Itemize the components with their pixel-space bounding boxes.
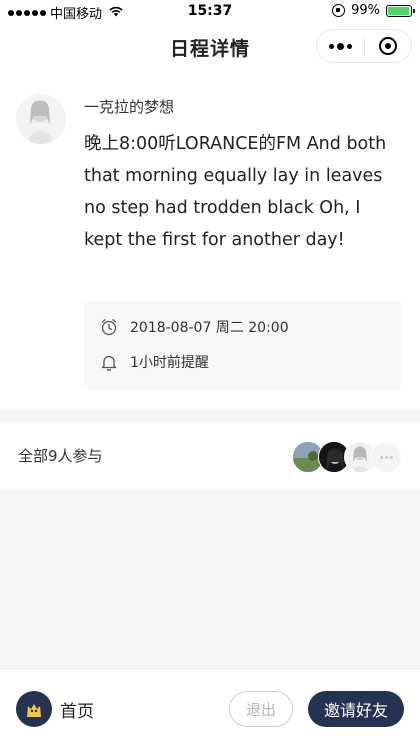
schedule-info-box: 2018-08-07 周二 20:00 1小时前提醒 xyxy=(84,301,402,389)
reminder-row: 1小时前提醒 xyxy=(100,352,209,372)
bell-icon xyxy=(100,353,118,371)
datetime-row: 2018-08-07 周二 20:00 xyxy=(100,317,289,337)
more-icon[interactable] xyxy=(317,42,364,50)
invite-friends-button[interactable]: 邀请好友 xyxy=(308,691,404,727)
exit-button[interactable]: 退出 xyxy=(229,691,293,727)
more-participants-icon xyxy=(370,441,402,473)
reminder-text: 1小时前提醒 xyxy=(130,355,209,371)
section-divider xyxy=(0,410,420,422)
status-right: 99% xyxy=(332,3,415,18)
nav-bar: 日程详情 xyxy=(0,22,420,70)
home-label: 首页 xyxy=(60,701,94,722)
alarm-clock-icon xyxy=(100,318,118,336)
author-avatar[interactable] xyxy=(16,94,66,144)
close-target-button[interactable] xyxy=(365,37,412,55)
mini-program-capsule xyxy=(316,29,412,63)
home-logo-icon xyxy=(16,691,52,727)
rotation-lock-icon xyxy=(332,4,346,17)
bottom-bar: 首页 退出 邀请好友 xyxy=(0,668,420,747)
post-content: 晚上8:00听LORANCE的FM And both that morning … xyxy=(84,134,387,250)
status-bar: 中国移动 15:37 99% xyxy=(0,0,420,22)
battery-percent: 99% xyxy=(351,3,380,18)
content-empty-area xyxy=(0,490,420,668)
target-icon xyxy=(378,37,397,55)
battery-icon xyxy=(386,4,415,17)
participants-count: 全部9人参与 xyxy=(18,447,103,465)
participants-row[interactable]: 全部9人参与 xyxy=(0,422,420,490)
participant-avatars[interactable] xyxy=(292,441,402,473)
home-button[interactable]: 首页 xyxy=(16,691,94,727)
author-name: 一克拉的梦想 xyxy=(84,98,175,116)
schedule-datetime: 2018-08-07 周二 20:00 xyxy=(130,320,289,336)
